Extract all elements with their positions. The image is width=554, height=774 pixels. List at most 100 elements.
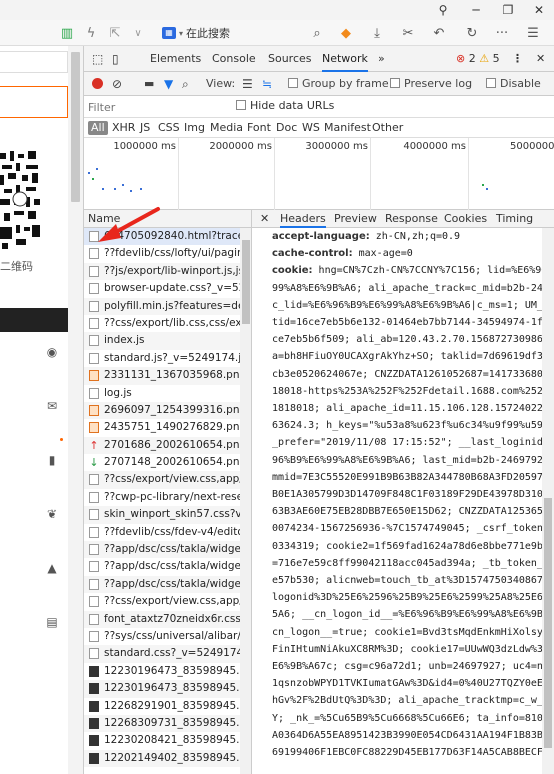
disable-cache-checkbox[interactable]: Disable cac [486,72,554,114]
request-row[interactable]: 12230196473_83598945.400x4 [84,663,240,680]
error-count[interactable]: ⊗ 2 ⚠ 5 [456,46,500,72]
type-filter-img[interactable]: Img [182,121,207,135]
type-filter-css[interactable]: CSS [156,121,182,135]
waterfall-view-icon[interactable]: ≒ [262,72,272,96]
filter-input[interactable] [88,99,228,115]
detail-scrollbar[interactable] [542,228,554,774]
menu-icon[interactable]: ☰ [524,24,542,42]
request-row[interactable]: browser-update.css?_v=52491 [84,280,240,297]
request-row[interactable]: ??cwp-pc-library/next-reset/0. [84,489,240,506]
type-filter-manifest[interactable]: Manifest [322,121,373,135]
search-icon[interactable]: ⌕ [310,24,324,42]
cut-icon[interactable]: ✂ [396,24,420,42]
share-icon[interactable]: ⇱ [108,24,122,42]
more-icon[interactable]: ··· [492,24,512,42]
bell-icon[interactable]: ▲ [44,560,60,576]
inspect-icon[interactable]: ⬚ [92,46,103,72]
close-window-button[interactable]: ✕ [524,0,554,20]
request-row[interactable]: 12268291901_83598945.60x60 [84,698,240,715]
request-row[interactable]: ??fdevlib/css/fdev-v4/editor/e [84,524,240,541]
camera-icon[interactable]: ▬ [144,72,154,96]
clear-icon[interactable]: ⊘ [112,72,122,96]
chevron-down-icon[interactable]: ∨ [132,24,144,42]
request-row[interactable]: index.js [84,332,240,350]
download-icon[interactable]: ⤓ [368,24,386,42]
undo-icon[interactable]: ↶ [428,24,450,42]
hide-data-urls-checkbox[interactable]: Hide data URLs [236,99,334,112]
type-filter-media[interactable]: Media [208,121,245,135]
request-row[interactable]: 12268309731_83598945.60x60 [84,714,240,733]
request-list-scrollbar-thumb[interactable] [242,240,250,324]
device-toolbar-icon[interactable]: ▯ [112,46,119,72]
request-row[interactable]: 2696097_1254399316.png [84,401,240,420]
type-filter-js[interactable]: JS [138,121,152,135]
tab-cookies[interactable]: Cookies [444,210,487,228]
lightning-icon[interactable]: ϟ [84,24,98,42]
notes-icon[interactable]: ▤ [44,614,60,630]
more-tabs-button[interactable]: » [378,46,385,72]
request-row[interactable]: log.js [84,385,240,402]
bookmark-icon[interactable]: ▮ [44,452,60,468]
request-row[interactable]: 12230196473_83598945.60x60 [84,680,240,698]
type-filter-ws[interactable]: WS [300,121,322,135]
request-row[interactable]: 2435751_1490276829.png [84,419,240,436]
request-row[interactable]: ??css/export/view.css,app/glo [84,471,240,489]
request-row[interactable]: ↑ 2701686_2002610654.png [84,436,240,455]
detail-close-icon[interactable]: ✕ [260,210,269,228]
devtools-menu-icon[interactable]: ⋮ [512,46,523,72]
request-list-scrollbar[interactable] [240,228,251,774]
request-row[interactable]: ??css/export/view.css,app/win [84,593,240,610]
page-orange-box[interactable] [0,86,68,118]
preserve-log-checkbox[interactable]: Preserve log [390,72,472,96]
page-input-box[interactable] [0,51,68,73]
type-filter-xhr[interactable]: XHR [110,121,137,135]
tab-network[interactable]: Network [322,46,368,72]
search-engine-selector[interactable]: ▦ ▾ 在此搜索 [162,24,230,42]
request-row[interactable]: 12202149402_83598945.60x60 [84,749,240,768]
group-by-frame-checkbox[interactable]: Group by frame [288,72,389,96]
game-controller-icon[interactable]: ◆ [336,24,356,42]
request-row[interactable]: ??app/dsc/css/takla/widget/w [84,541,240,559]
circle-icon[interactable]: ◉ [44,344,60,360]
tab-headers[interactable]: Headers [280,210,326,228]
detail-scrollbar-thumb[interactable] [544,498,552,748]
request-row[interactable]: ↓ 2707148_2002610654.png [84,454,240,471]
request-row[interactable]: ??sys/css/universal/alibar/stan [84,628,240,645]
tab-timing[interactable]: Timing [496,210,533,228]
request-row[interactable]: ??fdevlib/css/lofty/ui/paging/ [84,245,240,262]
tab-console[interactable]: Console [212,46,256,72]
network-timeline-overview[interactable]: 1000000 ms 2000000 ms 3000000 ms 4000000… [84,138,554,210]
type-filter-all[interactable]: All [88,121,108,135]
name-column-header[interactable]: Name [84,210,251,228]
request-row[interactable]: 2331131_1367035968.png [84,367,240,385]
tab-sources[interactable]: Sources [268,46,312,72]
record-button[interactable] [92,78,103,89]
type-filter-doc[interactable]: Doc [274,121,299,135]
request-row[interactable]: ??app/dsc/css/takla/widget/di [84,558,240,575]
type-filter-font[interactable]: Font [245,121,273,135]
filter-icon[interactable]: ▼ [164,72,173,96]
request-row[interactable]: ??app/dsc/css/takla/widget/cc [84,575,240,594]
page-scrollbar[interactable] [68,46,84,774]
restore-button[interactable]: ❐ [493,0,523,20]
request-row[interactable]: 604705092840.html?tracelog= [84,228,240,246]
request-row[interactable]: standard.js?_v=5249174.js [84,350,240,367]
request-row[interactable]: skin_winport_skin57.css?v=htt [84,506,240,524]
shirt-icon[interactable]: ❦ [44,506,60,522]
list-view-icon[interactable]: ☰ [242,72,253,96]
request-row[interactable]: ??js/export/lib-winport.js,js/pa [84,262,240,281]
devtools-close-icon[interactable]: ✕ [536,46,545,72]
page-scrollbar-thumb[interactable] [71,52,80,202]
mail-icon[interactable]: ✉ [44,398,60,414]
tab-elements[interactable]: Elements [150,46,201,72]
refresh-icon[interactable]: ↻ [464,24,480,42]
request-row[interactable]: 12230208421_83598945.60x60 [84,732,240,749]
pin-icon[interactable]: ⚲ [428,0,458,20]
request-row[interactable]: font_ataxtz70zneidx6r.css [84,610,240,628]
request-row[interactable]: polyfill.min.js?features=defaul [84,297,240,315]
type-filter-other[interactable]: Other [370,121,405,135]
tab-preview[interactable]: Preview [334,210,377,228]
search-icon[interactable]: ⌕ [182,72,189,96]
request-row[interactable]: ??css/export/lib.css,css/export [84,315,240,332]
tab-response[interactable]: Response [385,210,438,228]
